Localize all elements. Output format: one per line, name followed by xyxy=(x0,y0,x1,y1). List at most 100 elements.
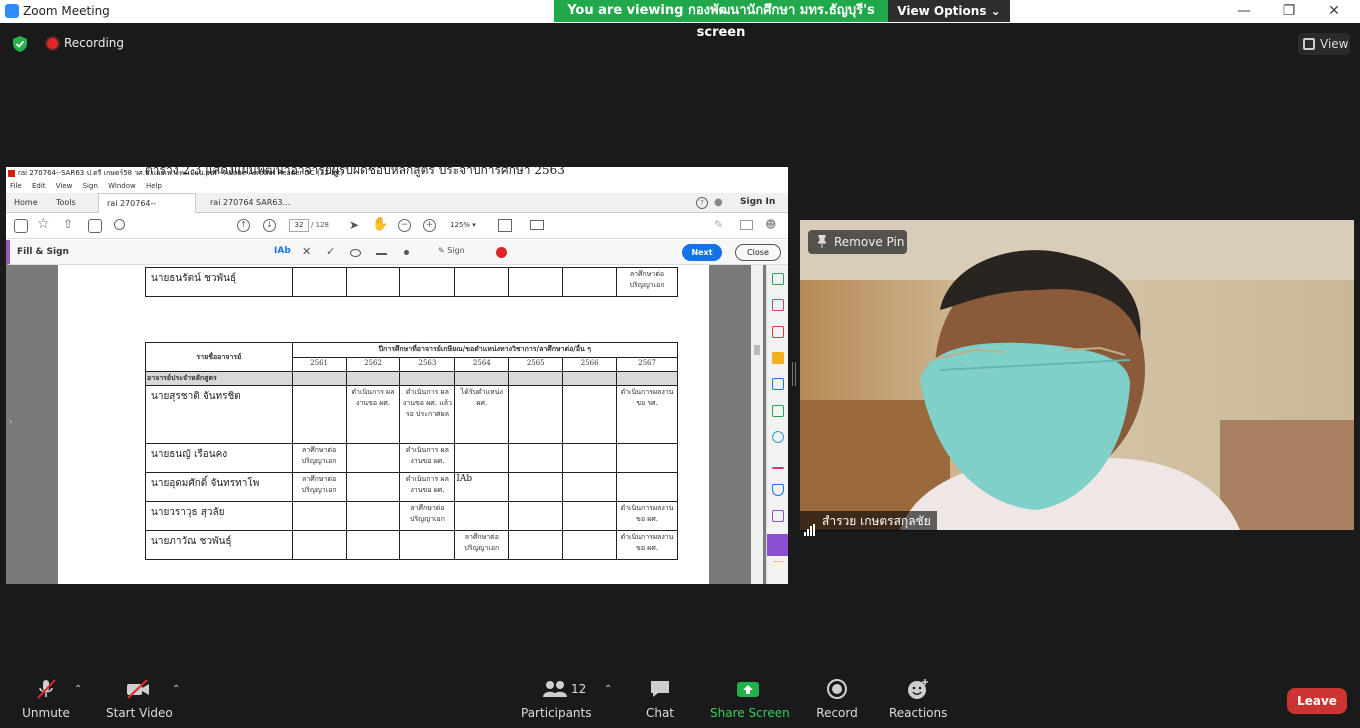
sign-in-link[interactable]: Sign In xyxy=(740,197,775,207)
zoom-out-icon[interactable]: − xyxy=(398,219,411,232)
tab-tools[interactable]: Tools xyxy=(56,193,76,213)
pdf-cell xyxy=(562,443,618,473)
menu-help[interactable]: Help xyxy=(146,182,162,190)
menu-view[interactable]: View xyxy=(56,182,73,190)
pdf-cell xyxy=(345,371,401,386)
view-options-button[interactable]: View Options ⌄ xyxy=(888,0,1010,22)
pdf-cell xyxy=(345,472,401,502)
comment-icon[interactable] xyxy=(772,352,784,364)
fill-sign-label: Fill & Sign xyxy=(17,247,69,257)
banner-host: กองพัฒนานักศึกษา มทร.ธัญบุรี's screen xyxy=(687,3,875,40)
protect-icon[interactable] xyxy=(772,484,784,496)
left-panel-toggle-icon[interactable]: › xyxy=(9,417,12,426)
pdf-cell xyxy=(454,443,510,473)
dot-icon[interactable] xyxy=(404,250,409,255)
fill-sign-tool-icon[interactable] xyxy=(767,534,788,556)
tab-document-active[interactable]: rai 270764--SAR63... xyxy=(98,193,196,228)
participant-video[interactable] xyxy=(800,220,1354,530)
add-text-icon[interactable]: IAb xyxy=(274,246,291,256)
pdf-cell: ดำเนินการ ผลงานขอ ผศ. xyxy=(399,443,456,473)
measure-icon[interactable] xyxy=(530,220,544,230)
zoom-select[interactable]: 125% ▾ xyxy=(450,219,480,232)
bell-icon[interactable]: ● xyxy=(714,197,723,208)
table-row: นายธนญั เรือนคง ลาศึกษาต่อ ปริญญาเอก ดำเ… xyxy=(145,443,678,473)
pdf-cell-name: นายธนรัตน์ ชวพันธุ์ xyxy=(145,267,293,297)
record-icon xyxy=(827,679,847,699)
pdf-row-name: นายอุดมศักดิ์ จันทรทาโพ xyxy=(145,472,293,502)
chat-label: Chat xyxy=(645,706,675,720)
close-fill-sign-button[interactable]: Close xyxy=(735,244,781,261)
upload-icon[interactable]: ⇧ xyxy=(63,217,73,231)
view-button[interactable]: View xyxy=(1298,33,1350,55)
remove-pin-button[interactable]: Remove Pin xyxy=(808,230,907,254)
chat-button[interactable]: Chat xyxy=(640,678,680,720)
page-up-icon[interactable]: ↑ xyxy=(237,219,250,232)
organize-pages-icon[interactable] xyxy=(772,405,784,417)
reactions-label: Reactions xyxy=(889,706,948,720)
tab-document-2[interactable]: rai 270764 SAR63... xyxy=(210,193,290,213)
line-icon[interactable] xyxy=(376,253,387,255)
scroll-thumb[interactable] xyxy=(754,345,760,355)
share-screen-button[interactable]: Share Screen xyxy=(710,678,790,720)
menu-edit[interactable]: Edit xyxy=(32,182,46,190)
record-button[interactable]: Record xyxy=(814,678,860,720)
close-icon[interactable]: ✕ xyxy=(1314,2,1354,20)
star-icon[interactable]: ☆ xyxy=(37,216,50,232)
pdf-cell xyxy=(562,472,618,502)
cross-mark-icon[interactable]: ✕ xyxy=(302,245,311,258)
print-icon[interactable] xyxy=(88,219,102,233)
edit-pdf-icon[interactable] xyxy=(772,326,784,338)
ellipse-icon[interactable] xyxy=(350,249,361,257)
search-icon[interactable] xyxy=(114,219,125,230)
minimize-icon[interactable]: — xyxy=(1224,2,1264,20)
share-user-icon[interactable]: ☻ xyxy=(765,218,776,231)
maximize-icon[interactable]: ❐ xyxy=(1269,2,1309,20)
recording-label[interactable]: Recording xyxy=(64,36,124,50)
menu-window[interactable]: Window xyxy=(108,182,136,190)
pdf-document-icon[interactable] xyxy=(772,510,784,522)
window-title: Zoom Meeting xyxy=(23,4,110,18)
page-number-input[interactable]: 32 xyxy=(289,219,309,232)
hand-tool-icon[interactable]: ✋ xyxy=(372,217,388,232)
export-pdf-icon[interactable] xyxy=(772,273,784,285)
tab-home[interactable]: Home xyxy=(14,193,38,213)
pdf-cell xyxy=(562,385,618,444)
menu-sign[interactable]: Sign xyxy=(83,182,98,190)
scan-icon[interactable] xyxy=(772,431,784,443)
reactions-smiley-icon xyxy=(908,679,928,699)
audio-options-caret-icon[interactable]: ⌃ xyxy=(74,684,82,695)
pdf-table-heading: ตาราง 2.3 แสดงแผนพัฒนาอาจารย์ผู้รับผิดชอ… xyxy=(145,163,565,177)
pdf-page-bottom xyxy=(58,562,709,584)
text-cursor-icon: IAb xyxy=(456,474,473,484)
reactions-button[interactable]: Reactions xyxy=(889,678,947,720)
pdf-cell: ลาศึกษาต่อ ปริญญาเอก xyxy=(454,530,510,560)
scrollbar-bottom[interactable] xyxy=(751,562,763,584)
save-icon[interactable] xyxy=(14,219,28,233)
pdf-cell xyxy=(345,530,401,560)
video-options-caret-icon[interactable]: ⌃ xyxy=(172,684,180,695)
mail-icon[interactable] xyxy=(740,220,753,230)
menu-file[interactable]: File xyxy=(10,182,22,190)
create-pdf-icon[interactable] xyxy=(772,299,784,311)
leave-button[interactable]: Leave xyxy=(1287,688,1347,714)
check-mark-icon[interactable]: ✓ xyxy=(326,245,335,258)
encryption-shield-icon[interactable] xyxy=(12,35,28,53)
help-icon[interactable]: ? xyxy=(696,197,708,209)
participants-caret-icon[interactable]: ⌃ xyxy=(604,684,612,695)
acrobat-logo-icon xyxy=(8,170,15,177)
start-video-button[interactable]: Start Video xyxy=(106,678,173,720)
combine-files-icon[interactable] xyxy=(772,378,784,390)
fit-page-icon[interactable] xyxy=(498,219,512,232)
redact-icon[interactable] xyxy=(772,457,784,469)
unmute-button[interactable]: Unmute xyxy=(20,678,72,720)
zoom-in-icon[interactable]: + xyxy=(423,219,436,232)
select-cursor-icon[interactable]: ➤ xyxy=(349,218,359,232)
page-down-icon[interactable]: ↓ xyxy=(263,219,276,232)
splitter-handle[interactable] xyxy=(792,362,796,386)
vertical-scrollbar[interactable] xyxy=(751,265,763,584)
color-picker-icon[interactable] xyxy=(496,247,507,258)
pen-icon[interactable]: ✎ xyxy=(714,218,723,231)
next-button[interactable]: Next xyxy=(682,244,722,261)
pdf-cell: ดำเนินการ ผลงานขอ ผศ. xyxy=(399,472,456,502)
sign-button[interactable]: ✎ Sign xyxy=(438,246,465,255)
